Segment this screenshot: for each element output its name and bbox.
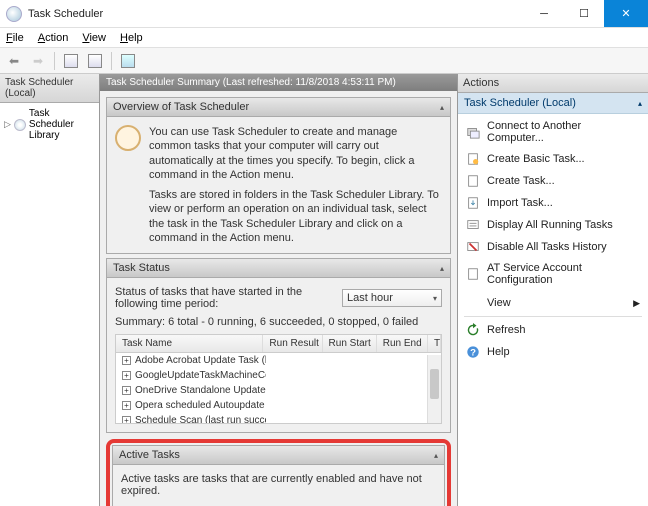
tool-icon-1[interactable] bbox=[61, 51, 81, 71]
menu-bar: File Action View Help bbox=[0, 28, 648, 48]
action-item[interactable]: Display All Running Tasks bbox=[458, 214, 648, 236]
refresh-icon bbox=[466, 323, 480, 337]
table-row[interactable]: +OneDrive Standalone Update Ta... bbox=[116, 383, 441, 398]
tree-library[interactable]: ▷ Task Scheduler Library bbox=[2, 107, 97, 142]
action-icon bbox=[466, 174, 480, 188]
library-icon bbox=[14, 119, 26, 131]
active-tasks-header[interactable]: Active Tasks▴ bbox=[112, 445, 445, 465]
menu-action[interactable]: Action bbox=[38, 32, 69, 44]
action-icon bbox=[466, 267, 480, 281]
minimize-button[interactable]: ─ bbox=[524, 0, 564, 27]
table-row[interactable]: +Adobe Acrobat Update Task (la... bbox=[116, 353, 441, 368]
summary-header: Task Scheduler Summary (Last refreshed: … bbox=[100, 74, 457, 91]
forward-button[interactable]: ➡ bbox=[28, 51, 48, 71]
status-label: Status of tasks that have started in the… bbox=[115, 286, 336, 310]
help-icon: ? bbox=[466, 345, 480, 359]
active-desc: Active tasks are tasks that are currentl… bbox=[121, 473, 436, 497]
action-icon bbox=[466, 196, 480, 210]
tree-lib-label: Task Scheduler Library bbox=[29, 108, 95, 141]
overview-p1: You can use Task Scheduler to create and… bbox=[149, 125, 442, 182]
view-icon bbox=[466, 296, 480, 310]
svg-text:?: ? bbox=[470, 348, 476, 359]
highlighted-section: Active Tasks▴ Active tasks are tasks tha… bbox=[106, 439, 451, 506]
action-refresh[interactable]: Refresh bbox=[458, 319, 648, 341]
action-help[interactable]: ? Help bbox=[458, 341, 648, 363]
expand-icon[interactable]: ▷ bbox=[4, 119, 11, 130]
window-title: Task Scheduler bbox=[28, 8, 524, 20]
period-dropdown[interactable]: Last hour bbox=[342, 289, 442, 307]
back-button[interactable]: ⬅ bbox=[4, 51, 24, 71]
action-item[interactable]: Import Task... bbox=[458, 192, 648, 214]
status-header[interactable]: Task Status▴ bbox=[106, 258, 451, 278]
menu-file[interactable]: File bbox=[6, 32, 24, 44]
action-icon bbox=[466, 152, 480, 166]
tree-pane: Task Scheduler (Local) ▷ Task Scheduler … bbox=[0, 74, 100, 506]
action-icon bbox=[466, 218, 480, 232]
table-row[interactable]: +GoogleUpdateTaskMachineCor... bbox=[116, 368, 441, 383]
tree-root-label[interactable]: Task Scheduler (Local) bbox=[0, 74, 99, 103]
action-icon bbox=[466, 125, 480, 139]
action-view[interactable]: View▶ bbox=[458, 292, 648, 314]
status-section: Task Status▴ Status of tasks that have s… bbox=[106, 258, 451, 433]
actions-pane: Actions Task Scheduler (Local)▴ Connect … bbox=[458, 74, 648, 506]
action-icon bbox=[466, 240, 480, 254]
clock-icon bbox=[115, 125, 141, 151]
table-row[interactable]: +Schedule Scan (last run succee... bbox=[116, 413, 441, 424]
menu-view[interactable]: View bbox=[82, 32, 106, 44]
menu-help[interactable]: Help bbox=[120, 32, 143, 44]
overview-section: Overview of Task Scheduler▴ You can use … bbox=[106, 97, 451, 254]
action-item[interactable]: Disable All Tasks History bbox=[458, 236, 648, 258]
action-item[interactable]: AT Service Account Configuration bbox=[458, 258, 648, 290]
actions-subheader[interactable]: Task Scheduler (Local)▴ bbox=[458, 93, 648, 114]
title-bar: Task Scheduler ─ ☐ ✕ bbox=[0, 0, 648, 28]
overview-p2: Tasks are stored in folders in the Task … bbox=[149, 188, 442, 245]
app-icon bbox=[6, 6, 22, 22]
center-pane: Task Scheduler Summary (Last refreshed: … bbox=[100, 74, 458, 506]
action-item[interactable]: Connect to Another Computer... bbox=[458, 116, 648, 148]
action-item[interactable]: Create Task... bbox=[458, 170, 648, 192]
table-row[interactable]: +Opera scheduled Autoupdate 1... bbox=[116, 398, 441, 413]
status-scrollbar[interactable] bbox=[427, 355, 441, 423]
tool-icon-2[interactable] bbox=[85, 51, 105, 71]
action-item[interactable]: Create Basic Task... bbox=[458, 148, 648, 170]
status-summary: Summary: 6 total - 0 running, 6 succeede… bbox=[115, 316, 442, 328]
actions-header: Actions bbox=[458, 74, 648, 93]
status-table: Task Name Run Result Run Start Run End T… bbox=[115, 334, 442, 424]
toolbar: ⬅ ➡ bbox=[0, 48, 648, 74]
maximize-button[interactable]: ☐ bbox=[564, 0, 604, 27]
close-button[interactable]: ✕ bbox=[604, 0, 648, 27]
help-tool-button[interactable] bbox=[118, 51, 138, 71]
overview-header[interactable]: Overview of Task Scheduler▴ bbox=[106, 97, 451, 117]
